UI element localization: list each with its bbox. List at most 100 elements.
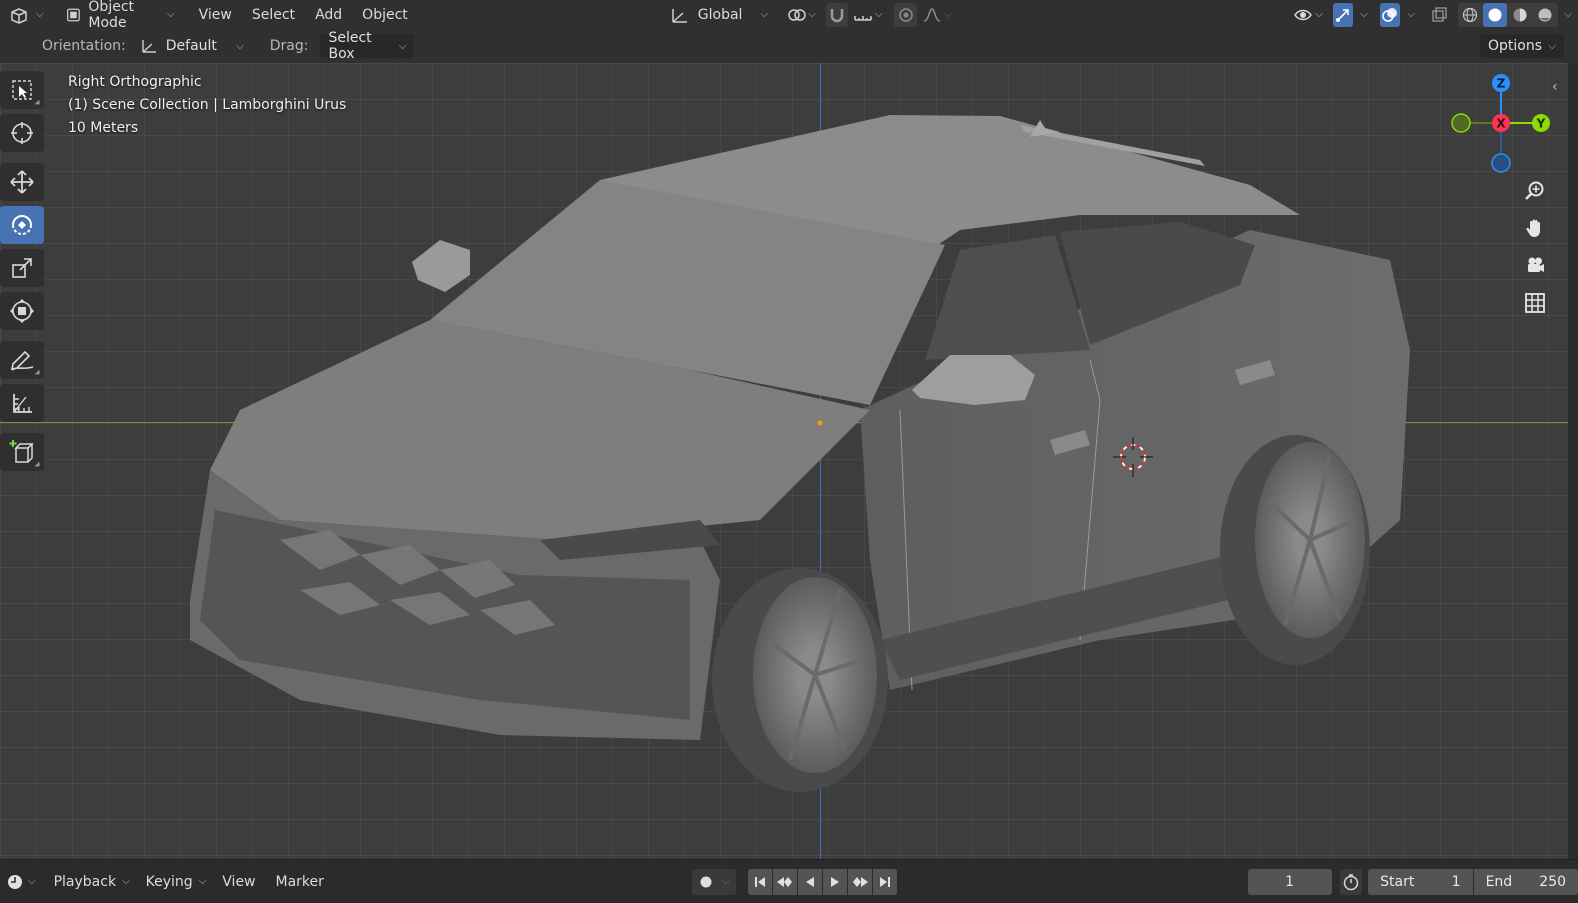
perspective-toggle-button[interactable] bbox=[1519, 287, 1551, 319]
tool-transform[interactable] bbox=[0, 292, 44, 330]
chevron-down-icon: ⌵ bbox=[28, 876, 36, 887]
chevron-down-icon: ⌵ bbox=[1315, 9, 1323, 20]
eye-icon bbox=[1294, 9, 1313, 20]
shading-options[interactable]: ⌵ bbox=[1558, 3, 1578, 27]
chevron-down-icon: ⌵ bbox=[874, 9, 883, 20]
camera-icon bbox=[1528, 257, 1544, 272]
chevron-down-icon: ⌵ bbox=[236, 40, 244, 52]
tool-variants-indicator bbox=[34, 99, 40, 105]
chevron-down-icon: ⌵ bbox=[36, 9, 44, 20]
gizmo-neg-z bbox=[1491, 153, 1511, 173]
viewport-header: ⌵ Object Mode ⌵ View Select Add Object G… bbox=[0, 0, 1578, 31]
drag-dropdown[interactable]: Select Box ⌵ bbox=[320, 30, 415, 62]
solid-sphere-icon bbox=[1488, 8, 1502, 21]
jump-to-start-button[interactable] bbox=[747, 868, 772, 895]
tool-add-cube[interactable] bbox=[0, 433, 44, 471]
play-reverse-button[interactable] bbox=[797, 868, 822, 895]
gizmo-toggle[interactable] bbox=[1332, 2, 1354, 27]
play-icon bbox=[830, 876, 839, 887]
snap-target-selector[interactable]: ⌵ bbox=[849, 3, 887, 27]
start-frame-field[interactable]: Start 1 bbox=[1368, 868, 1473, 895]
shading-solid-button[interactable] bbox=[1483, 2, 1508, 27]
proportional-editing-toggle[interactable] bbox=[894, 2, 917, 27]
camera-view-button[interactable] bbox=[1519, 250, 1551, 282]
overlays-toggle[interactable] bbox=[1379, 2, 1401, 27]
jump-keyframe-back-button[interactable] bbox=[772, 868, 797, 895]
rendered-sphere-icon bbox=[1538, 8, 1552, 21]
menu-select[interactable]: Select bbox=[244, 3, 303, 27]
snap-toggle[interactable] bbox=[825, 2, 848, 27]
orientation-label: Orientation: bbox=[42, 38, 126, 54]
menu-marker[interactable]: Marker bbox=[268, 869, 332, 895]
tool-select-box[interactable] bbox=[0, 71, 44, 109]
add-cube-icon bbox=[9, 440, 34, 463]
magnet-icon bbox=[830, 8, 843, 22]
shading-material-button[interactable] bbox=[1508, 2, 1533, 27]
chevron-down-icon: ⌵ bbox=[1407, 9, 1415, 20]
menu-playback-label: Playback bbox=[53, 873, 117, 890]
options-label: Options bbox=[1488, 38, 1543, 54]
tool-variants-indicator bbox=[34, 369, 40, 375]
stopwatch-icon bbox=[1343, 873, 1359, 890]
orientation-value: Default bbox=[165, 38, 217, 54]
end-frame-value: 250 bbox=[1539, 873, 1567, 890]
shading-rendered-button[interactable] bbox=[1533, 2, 1558, 27]
3d-viewport[interactable]: Right Orthographic (1) Scene Collection … bbox=[0, 63, 1568, 859]
menu-timeline-view[interactable]: View bbox=[214, 869, 263, 895]
tool-shelf bbox=[0, 71, 46, 476]
timeline-editor-type[interactable]: ⌵ bbox=[0, 869, 42, 895]
zoom-magnifier-icon bbox=[1525, 181, 1544, 200]
tool-measure[interactable] bbox=[0, 384, 44, 422]
orientation-axes-icon bbox=[672, 8, 687, 23]
tool-move[interactable] bbox=[0, 163, 44, 201]
keyframe-back-icon bbox=[776, 876, 792, 887]
chevron-down-icon: ⌵ bbox=[398, 40, 407, 52]
tool-rotate[interactable] bbox=[0, 206, 44, 244]
end-frame-label: End bbox=[1485, 873, 1513, 890]
gizmo-options[interactable]: ⌵ bbox=[1354, 3, 1374, 27]
move-icon bbox=[10, 170, 34, 194]
object-mode-icon bbox=[66, 8, 80, 21]
collection-info-label: (1) Scene Collection | Lamborghini Urus bbox=[68, 97, 347, 113]
play-button[interactable] bbox=[822, 868, 847, 895]
current-frame-value: 1 bbox=[1285, 873, 1295, 890]
chevron-down-icon: ⌵ bbox=[198, 876, 207, 887]
menu-keying[interactable]: Keying ⌵ bbox=[138, 869, 215, 895]
gizmo-y-label: Y bbox=[1536, 117, 1546, 131]
pan-button[interactable] bbox=[1519, 212, 1551, 244]
proportional-falloff-selector[interactable]: ⌵ bbox=[918, 3, 956, 27]
navigation-gizmo[interactable]: Z Y X bbox=[1448, 72, 1558, 182]
xray-toggle[interactable] bbox=[1428, 2, 1450, 27]
auto-keying-toggle[interactable]: ⌵ bbox=[691, 868, 736, 895]
hand-icon bbox=[1526, 219, 1540, 237]
viewport-edge bbox=[1568, 63, 1578, 859]
end-frame-field[interactable]: End 250 bbox=[1473, 868, 1578, 895]
chevron-down-icon: ⌵ bbox=[122, 876, 130, 887]
editor-type-selector[interactable]: ⌵ bbox=[2, 3, 50, 27]
tool-annotate[interactable] bbox=[0, 341, 44, 379]
use-preview-range-toggle[interactable] bbox=[1339, 868, 1363, 895]
jump-keyframe-forward-button[interactable] bbox=[847, 868, 872, 895]
visibility-selector[interactable]: ⌵ bbox=[1289, 3, 1327, 27]
orientation-dropdown[interactable]: Default ⌵ bbox=[131, 34, 252, 58]
menu-view[interactable]: View bbox=[191, 3, 240, 27]
zoom-button[interactable] bbox=[1519, 175, 1551, 207]
pivot-icon bbox=[788, 8, 806, 21]
jump-to-end-button[interactable] bbox=[872, 868, 897, 895]
menu-object[interactable]: Object bbox=[354, 3, 416, 27]
current-frame-field[interactable]: 1 bbox=[1247, 868, 1332, 895]
jump-start-icon bbox=[754, 876, 765, 887]
options-dropdown[interactable]: Options ⌵ bbox=[1480, 34, 1564, 58]
shading-wireframe-button[interactable] bbox=[1458, 2, 1483, 27]
car-model[interactable] bbox=[0, 63, 1568, 859]
overlays-options[interactable]: ⌵ bbox=[1401, 3, 1421, 27]
tool-scale[interactable] bbox=[0, 249, 44, 287]
tool-cursor[interactable] bbox=[0, 114, 44, 152]
select-box-icon bbox=[12, 80, 32, 100]
jump-end-icon bbox=[879, 876, 890, 887]
pivot-point-selector[interactable]: ⌵ bbox=[782, 3, 820, 27]
menu-add[interactable]: Add bbox=[307, 3, 350, 27]
transform-orientation-selector[interactable]: Global ⌵ bbox=[662, 3, 776, 27]
mode-selector[interactable]: Object Mode ⌵ bbox=[58, 0, 183, 31]
menu-playback[interactable]: Playback ⌵ bbox=[46, 869, 138, 895]
